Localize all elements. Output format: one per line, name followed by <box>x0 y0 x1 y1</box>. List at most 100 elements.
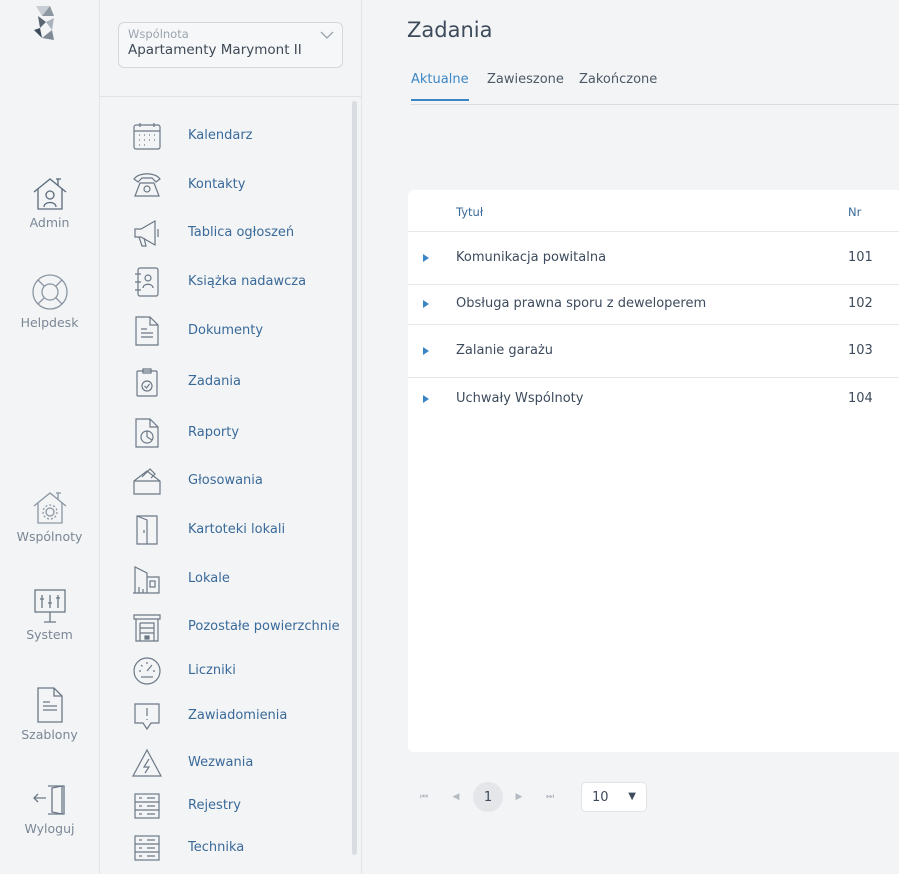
column-header-nr[interactable]: Nr <box>848 205 861 219</box>
expand-arrow-icon[interactable] <box>423 395 429 403</box>
row-title: Komunikacja powitalna <box>456 250 607 265</box>
nav-item-glosowania[interactable]: Głosowania <box>130 464 345 498</box>
rail-wyloguj[interactable]: Wyloguj <box>0 782 99 836</box>
nav-item-kalendarz[interactable]: Kalendarz <box>130 119 345 153</box>
page-size-value: 10 <box>592 790 609 805</box>
nav-label: Tablica ogłoszeń <box>188 225 295 240</box>
nav-item-wezwania[interactable]: Wezwania <box>130 746 345 780</box>
table-header: Tytuł Nr <box>408 190 899 232</box>
row-title: Obsługa prawna sporu z deweloperem <box>456 296 707 311</box>
row-nr: 104 <box>848 391 873 406</box>
nav-label: Raporty <box>188 425 240 440</box>
nav-label: Książka nadawcza <box>188 274 307 289</box>
rail-label-admin: Admin <box>29 215 70 230</box>
nav-item-kontakty[interactable]: Kontakty <box>130 168 345 202</box>
table-row[interactable]: Obsługa prawna sporu z deweloperem 102 <box>408 285 899 325</box>
nav-label: Liczniki <box>188 663 236 678</box>
nav-label: Kartoteki lokali <box>188 522 286 537</box>
community-select[interactable]: Wspólnota Apartamenty Marymont II <box>118 22 343 68</box>
server-rack-icon <box>134 835 160 861</box>
app-logo[interactable] <box>24 4 64 44</box>
table-row[interactable]: Komunikacja powitalna 101 <box>408 232 899 285</box>
rail-label-helpdesk: Helpdesk <box>20 315 79 330</box>
nav-label: Kontakty <box>188 177 246 192</box>
logout-door-icon <box>32 785 65 815</box>
sidebar-scrollbar[interactable] <box>352 101 357 855</box>
gauge-icon <box>133 657 161 685</box>
megaphone-icon <box>134 219 159 247</box>
rail-system[interactable]: System <box>0 588 99 642</box>
calendar-icon <box>133 123 161 150</box>
clipboard-check-icon <box>136 368 158 397</box>
first-page-icon[interactable]: ⏮ <box>413 782 435 812</box>
page-title: Zadania <box>407 18 493 42</box>
tab-aktualne[interactable]: Aktualne <box>411 72 469 101</box>
nav-label: Pozostałe powierzchnie <box>188 619 340 634</box>
nav-item-technika[interactable]: Technika <box>130 831 345 865</box>
nav-item-dokumenty[interactable]: Dokumenty <box>130 314 345 348</box>
nav-item-lokale[interactable]: Lokale <box>130 562 345 596</box>
door-icon <box>136 515 158 545</box>
last-page-icon[interactable]: ⏭ <box>539 782 561 812</box>
rail-szablony[interactable]: Szablony <box>0 686 99 742</box>
sidebar: Wspólnota Apartamenty Marymont II Kalend… <box>100 0 362 874</box>
prev-page-icon[interactable]: ◀ <box>445 782 467 812</box>
server-rack-icon <box>134 793 160 819</box>
telephone-icon <box>133 173 161 197</box>
nav-item-zawiadomienia[interactable]: Zawiadomienia <box>130 699 345 733</box>
row-nr: 102 <box>848 296 873 311</box>
house-person-icon <box>33 178 66 210</box>
nav-label: Zadania <box>188 374 241 389</box>
row-nr: 103 <box>848 343 873 358</box>
tab-zakonczone[interactable]: Zakończone <box>579 72 657 99</box>
nav-item-raporty[interactable]: Raporty <box>130 416 345 450</box>
page-number-current[interactable]: 1 <box>473 782 503 812</box>
table-row[interactable]: Zalanie garażu 103 <box>408 325 899 378</box>
expand-arrow-icon[interactable] <box>423 300 429 308</box>
community-select-label: Wspólnota <box>128 27 189 41</box>
report-chart-icon <box>135 418 159 448</box>
row-title: Zalanie garażu <box>456 343 554 358</box>
lifebuoy-icon <box>31 274 68 310</box>
rail-label-wspolnoty: Wspólnoty <box>16 529 83 544</box>
rail-admin[interactable]: Admin <box>0 176 99 230</box>
rail-label-szablony: Szablony <box>21 727 78 742</box>
nav-label: Kalendarz <box>188 128 253 143</box>
document-icon <box>36 687 63 723</box>
table-row[interactable]: Uchwały Wspólnoty 104 <box>408 378 899 418</box>
buildings-icon <box>133 566 160 594</box>
nav-label: Wezwania <box>188 755 254 770</box>
sidebar-divider <box>100 96 362 97</box>
page-size-select[interactable]: 10 ▼ <box>581 782 647 812</box>
rail-helpdesk[interactable]: Helpdesk <box>0 272 99 330</box>
house-gear-icon <box>33 492 66 524</box>
monitor-sliders-icon <box>33 589 66 623</box>
community-select-value: Apartamenty Marymont II <box>128 42 302 58</box>
column-header-title[interactable]: Tytuł <box>456 205 483 219</box>
main-content: Zadania Aktualne Zawieszone Zakończone T… <box>362 0 899 874</box>
nav-label: Głosowania <box>188 473 263 488</box>
row-title: Uchwały Wspólnoty <box>456 391 584 406</box>
nav-item-ksiazka[interactable]: Książka nadawcza <box>130 265 345 299</box>
ballot-box-icon <box>133 468 161 495</box>
tab-zawieszone[interactable]: Zawieszone <box>487 72 564 99</box>
next-page-icon[interactable]: ▶ <box>508 782 530 812</box>
expand-arrow-icon[interactable] <box>423 347 429 355</box>
nav-label: Rejestry <box>188 798 241 813</box>
rail-wspolnoty[interactable]: Wspólnoty <box>0 490 99 544</box>
warning-triangle-icon <box>131 748 163 777</box>
nav-item-zadania[interactable]: Zadania <box>130 365 345 399</box>
expand-arrow-icon[interactable] <box>423 254 429 262</box>
nav-item-rejestry[interactable]: Rejestry <box>130 789 345 823</box>
nav-item-pozostale[interactable]: Pozostałe powierzchnie <box>130 610 345 644</box>
rail-label-wyloguj: Wyloguj <box>24 821 75 836</box>
nav-item-liczniki[interactable]: Liczniki <box>130 654 345 688</box>
nav-item-kartoteki[interactable]: Kartoteki lokali <box>130 513 345 547</box>
row-nr: 101 <box>848 250 873 265</box>
nav-item-tablica[interactable]: Tablica ogłoszeń <box>130 216 345 250</box>
address-book-icon <box>135 267 159 297</box>
notification-bubble-icon <box>134 703 160 731</box>
nav-label: Dokumenty <box>188 323 264 338</box>
nav-label: Zawiadomienia <box>188 708 288 723</box>
garage-icon <box>133 614 161 642</box>
